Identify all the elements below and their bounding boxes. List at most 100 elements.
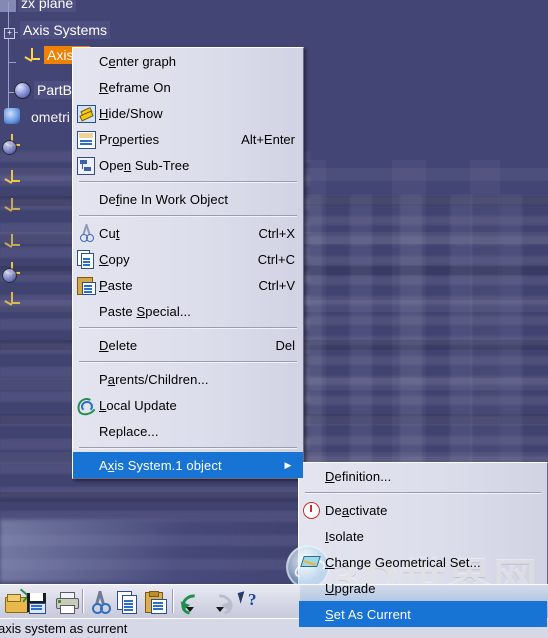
save-button[interactable]	[22, 588, 50, 616]
tree-item-axis-systems[interactable]: Axis Systems	[20, 21, 111, 40]
menu-item-icon-slot	[299, 603, 325, 625]
menu-item-label: Change Geometrical Set...	[325, 554, 481, 570]
whats-this-button[interactable]: ?	[236, 588, 264, 616]
menu-separator	[79, 327, 297, 329]
menu-item-icon-slot	[73, 128, 99, 150]
menu-item-label: Deactivate	[325, 502, 388, 518]
menu-item-label: Definition...	[325, 468, 392, 484]
paste-button[interactable]	[142, 588, 170, 616]
submenu-item-deactivate[interactable]: Deactivate	[299, 497, 547, 523]
part-body-icon	[2, 140, 17, 155]
submenu-item-definition[interactable]: Definition...	[299, 463, 547, 489]
menu-item-icon-slot	[73, 454, 99, 476]
menu-item-icon-slot	[299, 577, 325, 599]
tree-item-label: ometri	[31, 109, 70, 126]
menu-item-label: Center graph	[99, 53, 177, 69]
copy-button[interactable]	[114, 588, 142, 616]
menu-item-label: Paste	[99, 277, 133, 293]
menu-item-icon-slot	[73, 50, 99, 72]
cut-button[interactable]	[86, 588, 114, 616]
help-cursor-icon: ?	[237, 591, 261, 613]
copy-icon	[117, 591, 139, 614]
axis-system-icon	[4, 170, 20, 186]
part-body-icon	[2, 268, 17, 283]
tree-item-geometrical-set[interactable]: ometri	[28, 108, 73, 126]
menu-item-properties[interactable]: Properties Alt+Enter	[73, 126, 303, 152]
geometrical-set-icon	[4, 108, 20, 124]
menu-item-label: Local Update	[99, 397, 177, 413]
menu-item-accelerator: Ctrl+V	[258, 277, 295, 293]
menu-item-define-in-work-object[interactable]: Define In Work Object	[73, 186, 303, 212]
menu-separator	[79, 181, 297, 183]
status-bar-text: axis system as current	[0, 621, 128, 636]
toolbar-separator	[82, 589, 84, 613]
submenu-item-set-as-current[interactable]: Set As Current	[299, 601, 547, 627]
menu-item-label: Properties	[99, 131, 160, 147]
menu-item-icon-slot	[73, 420, 99, 442]
menu-item-copy[interactable]: Copy Ctrl+C	[73, 246, 303, 272]
redo-dropdown-arrow-icon[interactable]	[216, 607, 224, 612]
menu-item-local-update[interactable]: Local Update	[73, 392, 303, 418]
menu-item-icon-slot	[73, 154, 99, 176]
context-menu[interactable]: Center graph Reframe On Hide/Show Proper…	[72, 47, 304, 479]
axis-system-icon	[4, 198, 20, 214]
menu-item-open-sub-tree[interactable]: Open Sub-Tree	[73, 152, 303, 178]
menu-item-icon-slot	[73, 300, 99, 322]
copy-icon	[77, 250, 95, 269]
menu-separator	[79, 447, 297, 449]
menu-item-icon-slot	[73, 334, 99, 356]
menu-item-parents-children[interactable]: Parents/Children...	[73, 366, 303, 392]
menu-item-icon-slot	[73, 274, 99, 296]
menu-item-label: Hide/Show	[99, 105, 163, 121]
tree-item-label: zx plane	[18, 0, 77, 13]
menu-item-icon-slot	[73, 76, 99, 98]
local-update-icon	[74, 395, 99, 418]
print-button[interactable]	[52, 588, 80, 616]
tree-trunk	[8, 2, 9, 120]
menu-item-hide-show[interactable]: Hide/Show	[73, 100, 303, 126]
menu-item-icon-slot	[73, 102, 99, 124]
submenu-item-upgrade[interactable]: Upgrade	[299, 575, 547, 601]
menu-item-reframe-on[interactable]: Reframe On	[73, 74, 303, 100]
open-sub-tree-icon	[77, 157, 95, 175]
menu-item-label: Set As Current	[325, 606, 411, 622]
menu-item-cut[interactable]: Cut Ctrl+X	[73, 220, 303, 246]
menu-item-paste[interactable]: Paste Ctrl+V	[73, 272, 303, 298]
scissors-icon	[89, 590, 111, 614]
tree-item-zx-plane[interactable]: zx plane	[18, 0, 77, 13]
menu-item-label: Paste Special...	[99, 303, 191, 319]
menu-item-icon-slot	[73, 222, 99, 244]
submenu-item-isolate[interactable]: Isolate	[299, 523, 547, 549]
menu-item-axis-system-1-object[interactable]: Axis System.1 object ▶	[73, 452, 303, 478]
menu-item-center-graph[interactable]: Center graph	[73, 48, 303, 74]
menu-item-accelerator: Ctrl+X	[258, 225, 295, 241]
undo-dropdown-arrow-icon[interactable]	[186, 607, 194, 612]
menu-item-label: Reframe On	[99, 79, 171, 95]
menu-item-icon-slot	[299, 525, 325, 547]
deactivate-icon	[303, 502, 320, 519]
menu-item-icon-slot	[73, 188, 99, 210]
submenu-axis-system-object[interactable]: Definition... Deactivate Isolate Change …	[298, 462, 548, 628]
hide-show-icon	[77, 105, 96, 123]
menu-item-label: Delete	[99, 337, 138, 353]
menu-item-paste-special[interactable]: Paste Special...	[73, 298, 303, 324]
menu-item-label: Replace...	[99, 423, 159, 439]
menu-item-icon-slot	[299, 499, 325, 521]
paste-icon	[145, 591, 167, 614]
menu-item-delete[interactable]: Delete Del	[73, 332, 303, 358]
background-highlight-ramp	[0, 520, 300, 582]
axis-system-icon	[4, 234, 20, 250]
menu-item-label: Copy	[99, 251, 130, 267]
part-body-icon	[14, 82, 31, 99]
tree-expander-icon[interactable]: +	[4, 28, 15, 39]
submenu-item-change-geometrical-set[interactable]: Change Geometrical Set...	[299, 549, 547, 575]
menu-item-label: Isolate	[325, 528, 365, 544]
axis-system-icon	[4, 292, 20, 308]
tree-item-label: Axis Systems	[20, 21, 111, 40]
menu-item-icon-slot	[73, 368, 99, 390]
menu-separator	[79, 361, 297, 363]
menu-item-accelerator: Ctrl+C	[257, 251, 295, 267]
menu-item-label: Upgrade	[325, 580, 376, 596]
menu-item-replace[interactable]: Replace...	[73, 418, 303, 444]
menu-item-icon-slot	[299, 551, 325, 573]
